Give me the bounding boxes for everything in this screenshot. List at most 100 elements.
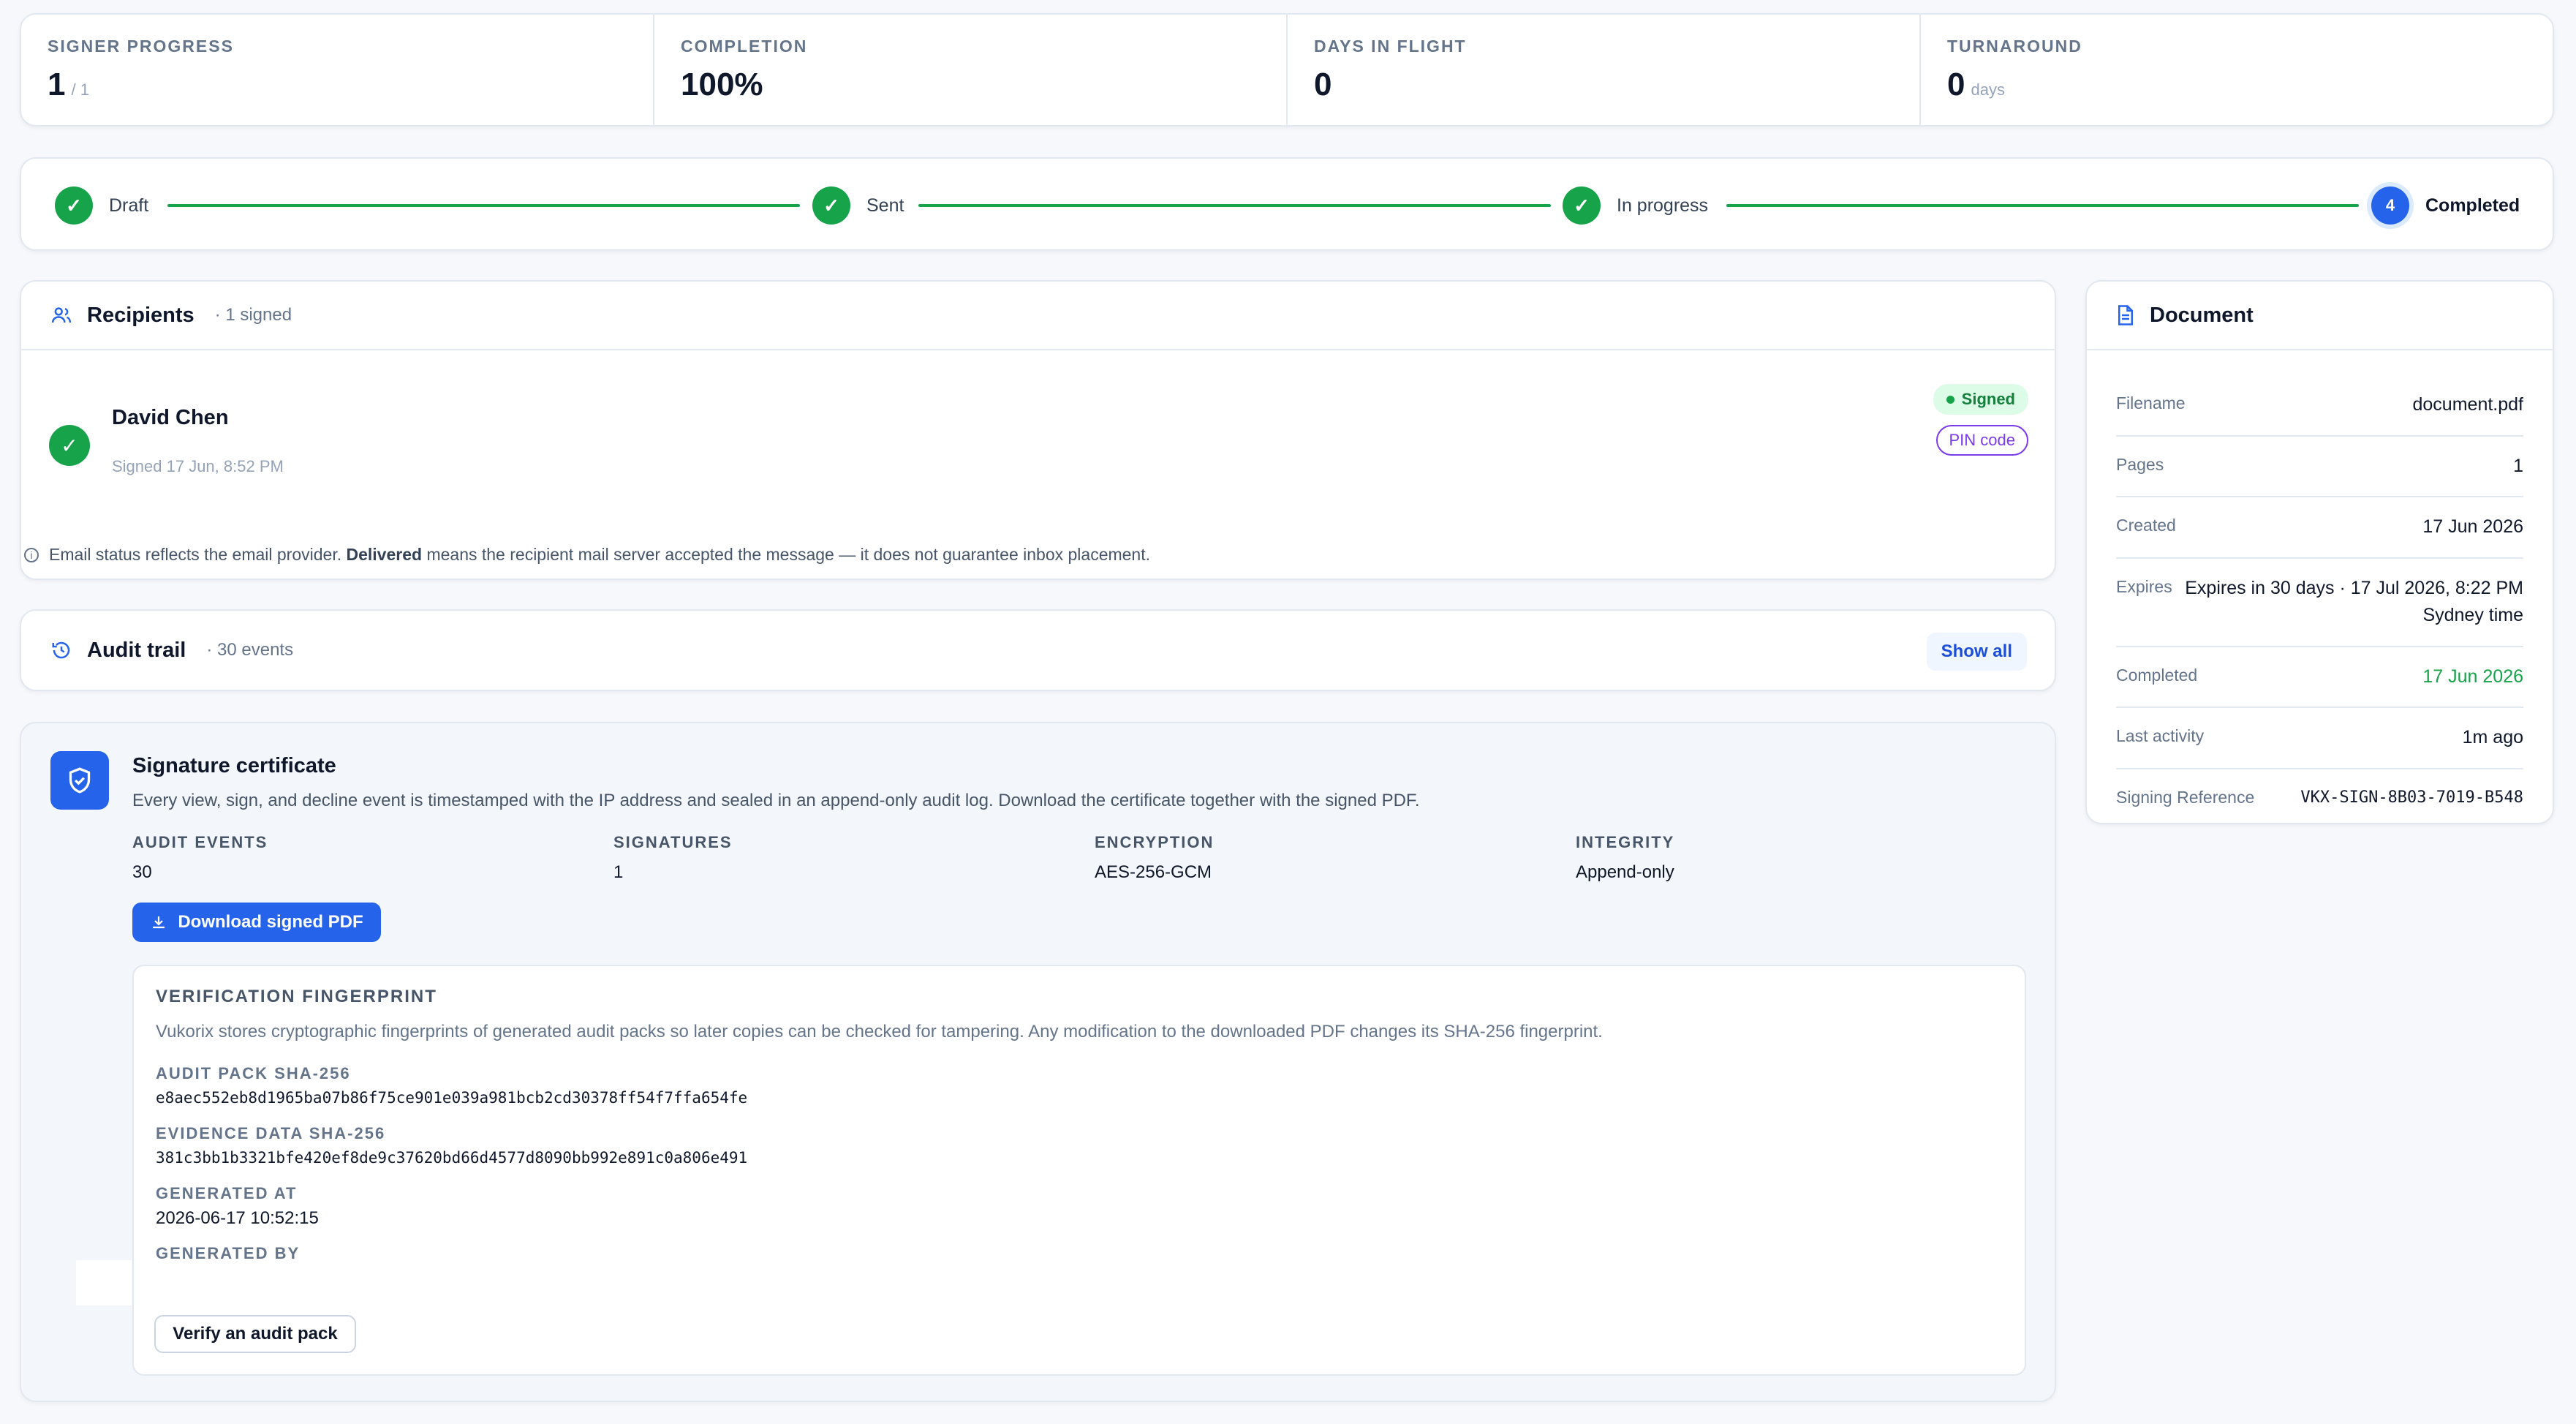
- stat-completion: COMPLETION 100%: [654, 15, 1288, 125]
- signed-check-icon: ✓: [49, 425, 90, 466]
- audit-pack-hash-label: AUDIT PACK SHA-256: [156, 1064, 351, 1082]
- note-prefix: Email status reflects the email provider…: [49, 545, 342, 564]
- detail-value: VKX-SIGN-8B03-7019-B548: [2300, 788, 2523, 807]
- document-details: Filename document.pdf Pages 1 Created 17…: [2116, 375, 2523, 826]
- verification-fingerprint-box: VERIFICATION FINGERPRINT Vukorix stores …: [132, 965, 2026, 1376]
- history-icon: [52, 641, 70, 659]
- recipient-signed-time: Signed 17 Jun, 8:52 PM: [112, 457, 284, 475]
- stats-bar: SIGNER PROGRESS 1 / 1 COMPLETION 100% DAY…: [20, 13, 2554, 127]
- download-icon: [153, 916, 165, 929]
- document-header: Document: [2087, 282, 2553, 349]
- metric-label: AUDIT EVENTS: [132, 833, 268, 851]
- check-icon: ✓: [55, 187, 93, 225]
- step-connector: [167, 204, 800, 207]
- detail-row-created: Created 17 Jun 2026: [2116, 497, 2523, 559]
- verify-audit-pack-button[interactable]: Verify an audit pack: [154, 1315, 356, 1353]
- stat-sub: / 1: [71, 80, 89, 99]
- status-badge: Signed: [1933, 384, 2028, 415]
- evidence-hash-label: EVIDENCE DATA SHA-256: [156, 1124, 386, 1142]
- note-suffix: means the recipient mail server accepted…: [426, 545, 1151, 564]
- stat-value: 100%: [681, 67, 763, 102]
- stat-days-in-flight: DAYS IN FLIGHT 0: [1288, 15, 1921, 125]
- download-label: Download signed PDF: [178, 912, 363, 932]
- recipients-title: Recipients: [87, 303, 194, 327]
- divider: [21, 349, 2055, 350]
- document-icon: [2118, 305, 2133, 325]
- audit-pack-hash-value: e8aec552eb8d1965ba07b86f75ce901e039a981b…: [156, 1089, 748, 1107]
- step-label: In progress: [1617, 195, 1709, 216]
- evidence-hash-value: 381c3bb1b3321bfe420ef8de9c37620bd66d4577…: [156, 1149, 748, 1167]
- generated-at-value: 2026-06-17 10:52:15: [156, 1208, 319, 1228]
- status-badge-label: Signed: [1961, 390, 2015, 408]
- status-stepper: ✓ Draft ✓ Sent ✓ In progress 4 Completed: [20, 157, 2554, 251]
- document-title: Document: [2150, 303, 2254, 327]
- recipients-panel: Recipients · 1 signed ✓ David Chen Signe…: [20, 280, 2056, 580]
- check-icon: ✓: [1563, 187, 1601, 225]
- signature-certificate-panel: Signature certificate Every view, sign, …: [20, 722, 2056, 1402]
- check-icon: ✓: [812, 187, 850, 225]
- audit-header: Audit trail · 30 events: [21, 611, 2055, 690]
- certificate-title: Signature certificate: [132, 754, 336, 777]
- audit-count: · 30 events: [206, 640, 294, 660]
- detail-value: document.pdf: [2412, 394, 2524, 415]
- metric-encryption: ENCRYPTION AES-256-GCM: [1095, 833, 1214, 883]
- metric-label: SIGNATURES: [613, 833, 733, 851]
- step-label: Completed: [2425, 195, 2520, 216]
- stat-label: DAYS IN FLIGHT: [1314, 37, 1467, 56]
- stat-label: SIGNER PROGRESS: [48, 37, 234, 56]
- metric-value: AES-256-GCM: [1095, 862, 1212, 882]
- detail-value: 17 Jun 2026: [2422, 516, 2523, 537]
- show-all-button[interactable]: Show all: [1926, 633, 2027, 671]
- detail-label: Created: [2116, 516, 2176, 535]
- metric-signatures: SIGNATURES 1: [613, 833, 733, 883]
- stat-value: 1: [48, 67, 66, 102]
- detail-row-signing-reference: Signing Reference VKX-SIGN-8B03-7019-B54…: [2116, 769, 2523, 826]
- recipient-name: David Chen: [112, 406, 229, 429]
- stat-label: TURNAROUND: [1947, 37, 2082, 56]
- download-signed-pdf-button[interactable]: Download signed PDF: [132, 903, 381, 942]
- note-bold: Delivered: [346, 545, 423, 564]
- metric-value: 30: [132, 862, 152, 882]
- step-completed: 4 Completed: [2371, 185, 2520, 226]
- step-connector: [1726, 204, 2359, 207]
- step-sent: ✓ Sent: [812, 185, 904, 226]
- detail-label: Last activity: [2116, 726, 2205, 745]
- document-panel: Document Filename document.pdf Pages 1 C…: [2085, 280, 2554, 824]
- info-icon: i: [24, 547, 39, 562]
- detail-value: 17 Jun 2026: [2422, 666, 2523, 687]
- generated-by-label: GENERATED BY: [156, 1244, 301, 1262]
- detail-value: Expires in 30 days · 17 Jul 2026, 8:22 P…: [2185, 577, 2523, 626]
- certificate-description: Every view, sign, and decline event is t…: [132, 791, 1420, 810]
- metric-label: ENCRYPTION: [1095, 833, 1215, 851]
- step-in-progress: ✓ In progress: [1563, 185, 1708, 226]
- detail-value: 1: [2513, 455, 2523, 476]
- recipients-count: · 1 signed: [214, 305, 292, 325]
- stat-sub: days: [1971, 80, 2005, 99]
- audit-trail-panel: Audit trail · 30 events Show all: [20, 609, 2056, 691]
- occluded-region: [76, 1260, 132, 1306]
- detail-row-expires: Expires Expires in 30 days · 17 Jul 2026…: [2116, 559, 2523, 647]
- step-label: Sent: [866, 195, 904, 216]
- step-number: 4: [2371, 187, 2409, 225]
- step-connector: [918, 204, 1551, 207]
- metric-value: Append-only: [1576, 862, 1674, 882]
- stat-label: COMPLETION: [681, 37, 808, 56]
- metric-value: 1: [613, 862, 624, 882]
- stat-value: 0: [1947, 67, 1965, 102]
- users-icon: [51, 307, 72, 323]
- detail-label: Filename: [2116, 393, 2186, 412]
- fingerprint-description: Vukorix stores cryptographic fingerprint…: [156, 1022, 1603, 1041]
- generated-at-label: GENERATED AT: [156, 1184, 298, 1202]
- stat-turnaround: TURNAROUND 0 days: [1921, 15, 2553, 125]
- detail-label: Signing Reference: [2116, 787, 2255, 807]
- step-draft: ✓ Draft: [55, 185, 148, 226]
- step-label: Draft: [109, 195, 149, 216]
- detail-row-completed: Completed 17 Jun 2026: [2116, 647, 2523, 708]
- metric-integrity: INTEGRITY Append-only: [1576, 833, 1674, 883]
- detail-label: Expires: [2116, 576, 2172, 596]
- stat-signer-progress: SIGNER PROGRESS 1 / 1: [21, 15, 654, 125]
- clipped-overlay: [134, 1262, 2025, 1327]
- recipients-header: Recipients · 1 signed: [21, 282, 2055, 349]
- detail-row-pages: Pages 1: [2116, 437, 2523, 497]
- email-status-note: i Email status reflects the email provid…: [24, 545, 1150, 565]
